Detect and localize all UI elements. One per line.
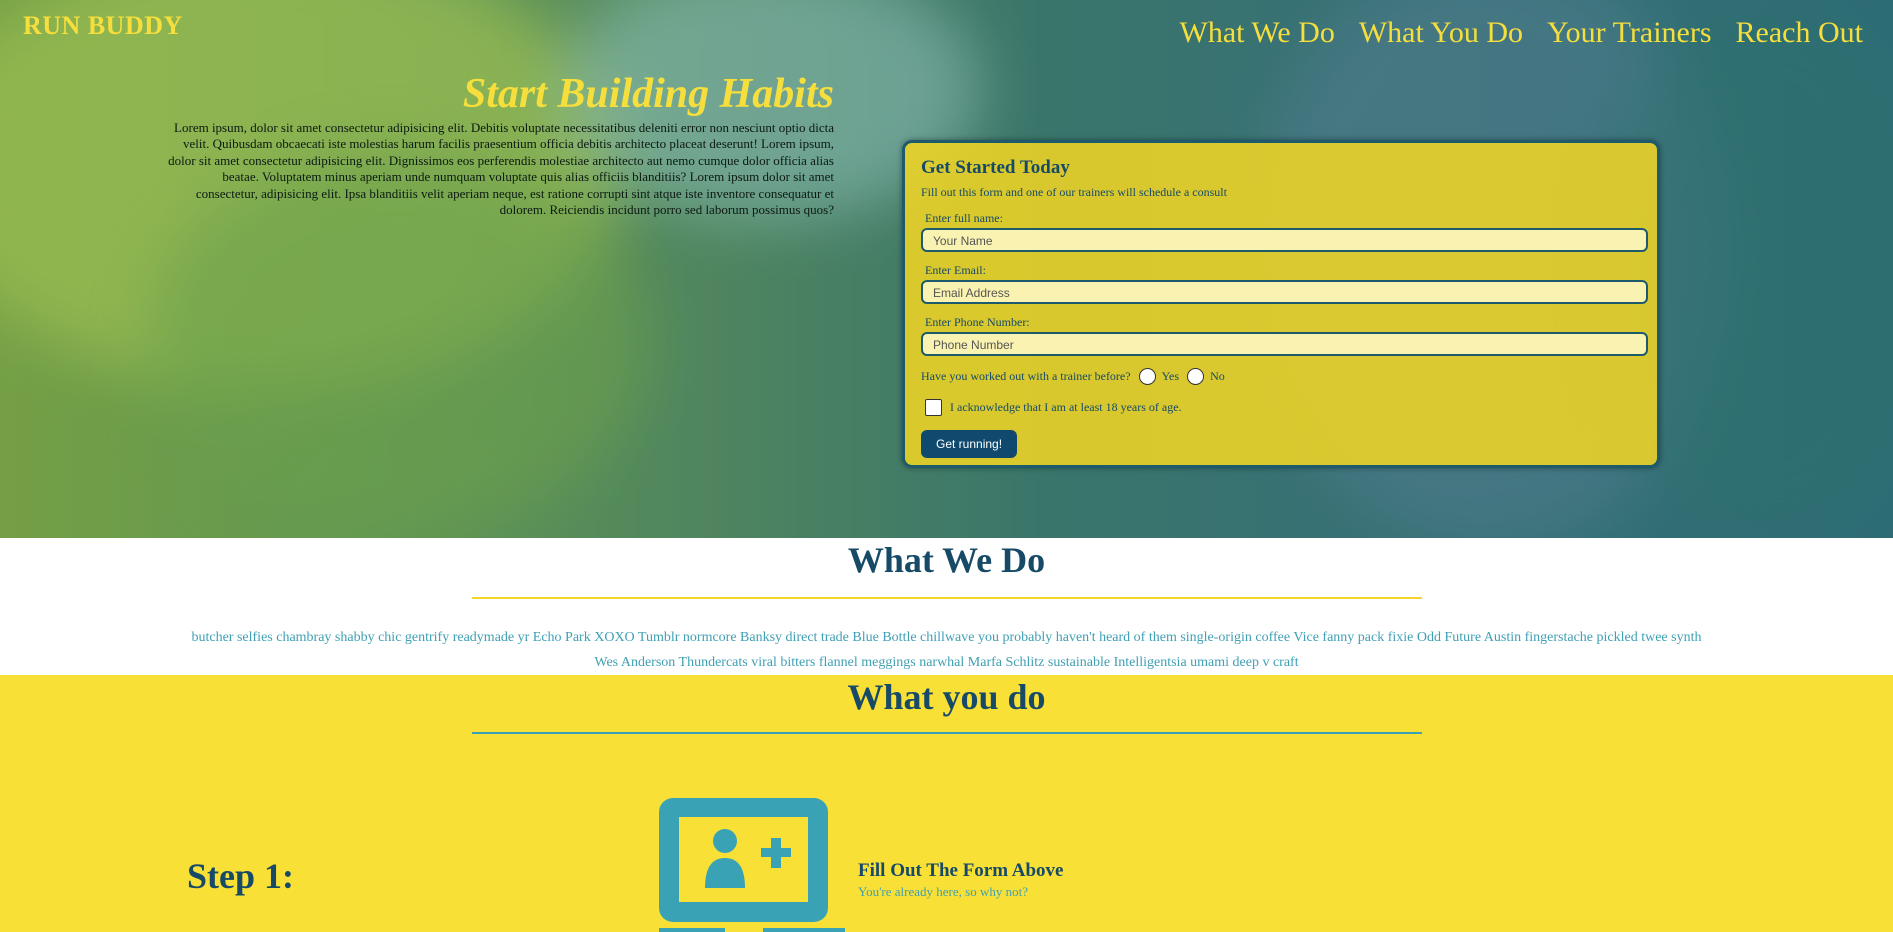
email-label: Enter Email:	[925, 263, 986, 277]
what-we-do-section: What We Do butcher selfies chambray shab…	[0, 538, 1893, 675]
age-checkbox[interactable]	[925, 399, 942, 416]
name-label: Enter full name:	[925, 211, 1003, 225]
trainer-question-row: Have you worked out with a trainer befor…	[921, 368, 1641, 385]
step-title: Fill Out The Form Above	[858, 860, 1064, 881]
step-subtitle: You're already here, so why not?	[858, 884, 1028, 899]
what-you-do-title: What you do	[847, 677, 1046, 717]
phone-input[interactable]: Phone Number	[921, 332, 1648, 356]
get-running-button[interactable]: Get running!	[921, 430, 1018, 458]
yes-radio[interactable]	[1138, 368, 1156, 385]
trainer-question: Have you worked out with a trainer befor…	[921, 369, 1131, 383]
phone-label: Enter Phone Number:	[925, 315, 1030, 329]
hero-section: RUN BUDDY What We Do What You Do Your Tr…	[0, 0, 1893, 538]
brand-logo[interactable]: RUN BUDDY	[23, 11, 183, 41]
nav-link-what-we-do[interactable]: What We Do	[1180, 16, 1335, 50]
get-started-form: Get Started Today Fill out this form and…	[902, 140, 1660, 468]
form-title: Get Started Today	[921, 157, 1070, 178]
hero-title: Start Building Habits	[462, 71, 834, 117]
section-divider	[471, 597, 1422, 599]
no-radio[interactable]	[1187, 368, 1205, 385]
age-ack-label: I acknowledge that I am at least 18 year…	[950, 400, 1182, 414]
hero-text: Lorem ipsum, dolor sit amet consectetur …	[168, 120, 834, 218]
no-label: No	[1210, 369, 1225, 383]
add-user-icon	[659, 798, 845, 932]
yes-label: Yes	[1161, 369, 1180, 383]
nav-link-what-you-do[interactable]: What You Do	[1359, 16, 1523, 50]
what-you-do-section: What you do Step 1: Fill Out The Form Ab…	[0, 675, 1893, 932]
age-ack-row: I acknowledge that I am at least 18 year…	[921, 399, 1641, 416]
nav-link-reach-out[interactable]: Reach Out	[1736, 16, 1863, 50]
what-we-do-title: What We Do	[847, 540, 1046, 580]
what-we-do-text: butcher selfies chambray shabby chic gen…	[191, 630, 1702, 670]
nav-link-your-trainers[interactable]: Your Trainers	[1547, 16, 1712, 50]
email-input[interactable]: Email Address	[921, 280, 1648, 304]
form-subtitle: Fill out this form and one of our traine…	[921, 185, 1227, 199]
section-divider	[471, 732, 1422, 734]
step-label: Step 1:	[187, 856, 294, 896]
name-input[interactable]: Your Name	[921, 228, 1648, 252]
main-nav: What We Do What You Do Your Trainers Rea…	[1180, 16, 1864, 50]
